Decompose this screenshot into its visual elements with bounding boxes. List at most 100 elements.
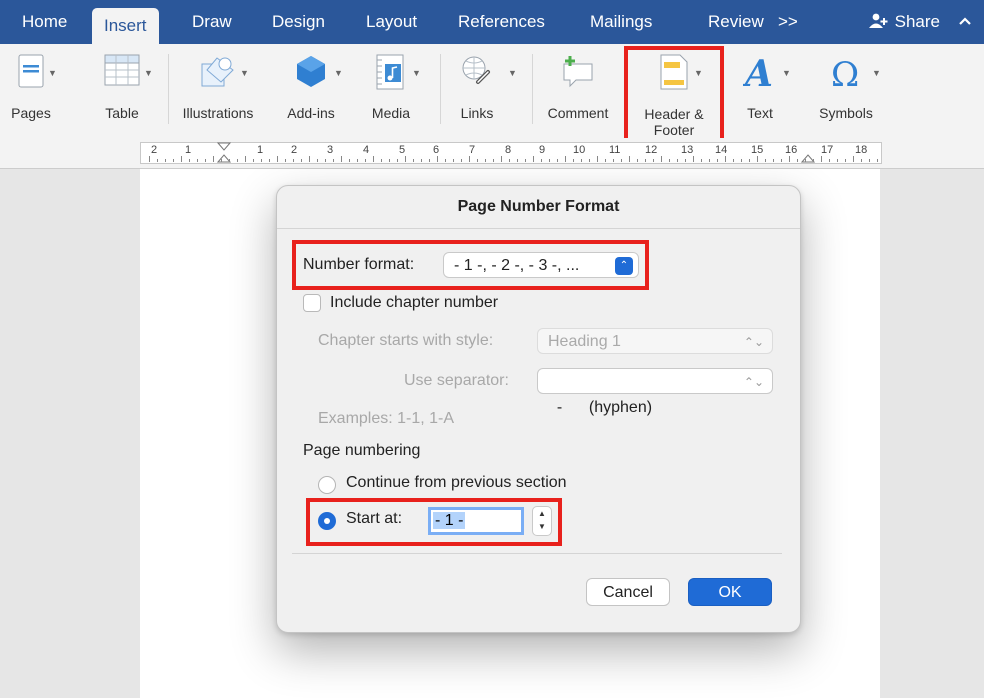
ruler-tick: [149, 156, 150, 162]
ruler-tick: [317, 159, 318, 162]
ruler-number: 4: [363, 144, 370, 156]
ruler-tick: [405, 156, 406, 162]
ruler-number: 17: [821, 144, 834, 156]
symbols-button[interactable]: Ω ▼ Symbols: [806, 44, 886, 138]
continue-radio[interactable]: [318, 476, 336, 494]
ruler-number: 13: [681, 144, 694, 156]
ruler-tick: [469, 156, 470, 162]
ruler-tick: [301, 159, 302, 162]
ruler-tick: [485, 159, 486, 162]
ruler-tick: [621, 159, 622, 162]
table-icon: [104, 54, 140, 86]
pages-label: Pages: [11, 105, 51, 121]
ruler-tick: [741, 159, 742, 162]
text-icon: A: [743, 54, 773, 90]
ruler-tick: [525, 159, 526, 162]
ruler-tick: [693, 156, 694, 162]
tab-insert[interactable]: Insert: [92, 8, 159, 44]
ruler-number: 2: [291, 144, 298, 156]
ruler-tick: [549, 159, 550, 162]
ruler-number: 8: [505, 144, 512, 156]
comment-button[interactable]: Comment: [540, 44, 616, 138]
ruler-tick: [293, 159, 294, 162]
examples-text: Examples: 1-1, 1-A: [318, 410, 455, 427]
tab-mailings[interactable]: Mailings: [578, 0, 664, 44]
ruler-tick: [461, 159, 462, 162]
ruler-tick: [189, 159, 190, 162]
ok-button[interactable]: OK: [688, 578, 772, 606]
ruler-number: 6: [433, 144, 440, 156]
cancel-button[interactable]: Cancel: [586, 578, 670, 606]
ruler-strip: 2 1 1 2 3 4 5 6 7 8 9 10 11 12 13 14 15 …: [140, 142, 882, 164]
ruler-tick: [637, 159, 638, 162]
collapse-chevron-icon[interactable]: [958, 0, 972, 44]
illustrations-button[interactable]: ▼ Illustrations: [172, 44, 264, 138]
tab-layout[interactable]: Layout: [354, 0, 429, 44]
ruler-tick: [277, 156, 278, 162]
tab-review[interactable]: Review: [696, 0, 776, 44]
start-at-highlight: [306, 498, 562, 546]
chevron-updown-icon: ⌃⌄: [743, 335, 764, 349]
tab-references[interactable]: References: [446, 0, 557, 44]
ruler-tick: [845, 159, 846, 162]
ruler-tick: [333, 159, 334, 162]
ruler-tick: [861, 159, 862, 162]
ruler-number: 1: [257, 144, 264, 156]
tab-draw[interactable]: Draw: [180, 0, 244, 44]
ruler-tick: [197, 159, 198, 162]
include-chapter-checkbox[interactable]: [303, 294, 321, 312]
ruler-tick: [573, 159, 574, 162]
ruler-tick: [357, 159, 358, 162]
text-button[interactable]: A ▼ Text: [728, 44, 792, 138]
svg-text:Ω: Ω: [831, 55, 859, 90]
ruler-tick: [677, 159, 678, 162]
symbols-label: Symbols: [819, 105, 873, 121]
ribbon-toolbar: ▼ Pages ▼ Table ▼ Illustrations ▼ Add-in…: [0, 44, 984, 139]
share-label: Share: [894, 12, 940, 31]
ruler-tick: [365, 159, 366, 162]
ribbon-tab-bar: Home Insert Draw Design Layout Reference…: [0, 0, 984, 44]
ruler-tick: [709, 159, 710, 162]
ruler-tick: [221, 159, 222, 162]
ruler-tick: [181, 156, 182, 162]
ruler-tick: [661, 156, 662, 162]
tab-overflow[interactable]: >>: [766, 0, 810, 44]
ruler-tick: [165, 159, 166, 162]
share-button[interactable]: Share: [868, 0, 940, 44]
ruler-tick: [669, 159, 670, 162]
chevron-updown-icon: ⌃⌄: [743, 375, 764, 389]
chapter-style-select[interactable]: Heading 1 ⌃⌄: [537, 328, 773, 354]
ruler-tick: [589, 159, 590, 162]
ruler-tick: [477, 159, 478, 162]
tab-home[interactable]: Home: [10, 0, 79, 44]
ruler-tick: [797, 159, 798, 162]
table-label: Table: [105, 105, 139, 121]
ruler-tick: [261, 159, 262, 162]
media-icon: [376, 54, 404, 90]
ruler-tick: [829, 159, 830, 162]
ruler-number: 2: [151, 144, 158, 156]
links-button[interactable]: ▼ Links: [446, 44, 517, 138]
ruler-number: 10: [573, 144, 586, 156]
addins-button[interactable]: ▼ Add-ins: [278, 44, 344, 138]
ruler-tick: [285, 159, 286, 162]
ruler-tick: [341, 156, 342, 162]
separator-value: - (hyphen): [556, 399, 653, 416]
separator-label: Use separator:: [404, 372, 509, 389]
ruler-number: 11: [609, 144, 621, 156]
tab-design[interactable]: Design: [260, 0, 337, 44]
separator-select[interactable]: - (hyphen) ⌃⌄: [537, 368, 773, 416]
ruler-tick: [853, 156, 854, 162]
include-chapter-label: Include chapter number: [330, 294, 499, 311]
table-button[interactable]: ▼ Table: [82, 44, 162, 138]
ruler-tick: [501, 156, 502, 162]
ruler-number: 7: [469, 144, 476, 156]
pages-button[interactable]: ▼ Pages: [0, 44, 62, 138]
ruler-tick: [757, 156, 758, 162]
ruler-tick: [437, 156, 438, 162]
ruler-tick: [429, 159, 430, 162]
media-button[interactable]: ▼ Media: [360, 44, 422, 138]
ruler-tick: [773, 159, 774, 162]
ruler-tick: [213, 156, 214, 162]
ruler-tick: [237, 159, 238, 162]
